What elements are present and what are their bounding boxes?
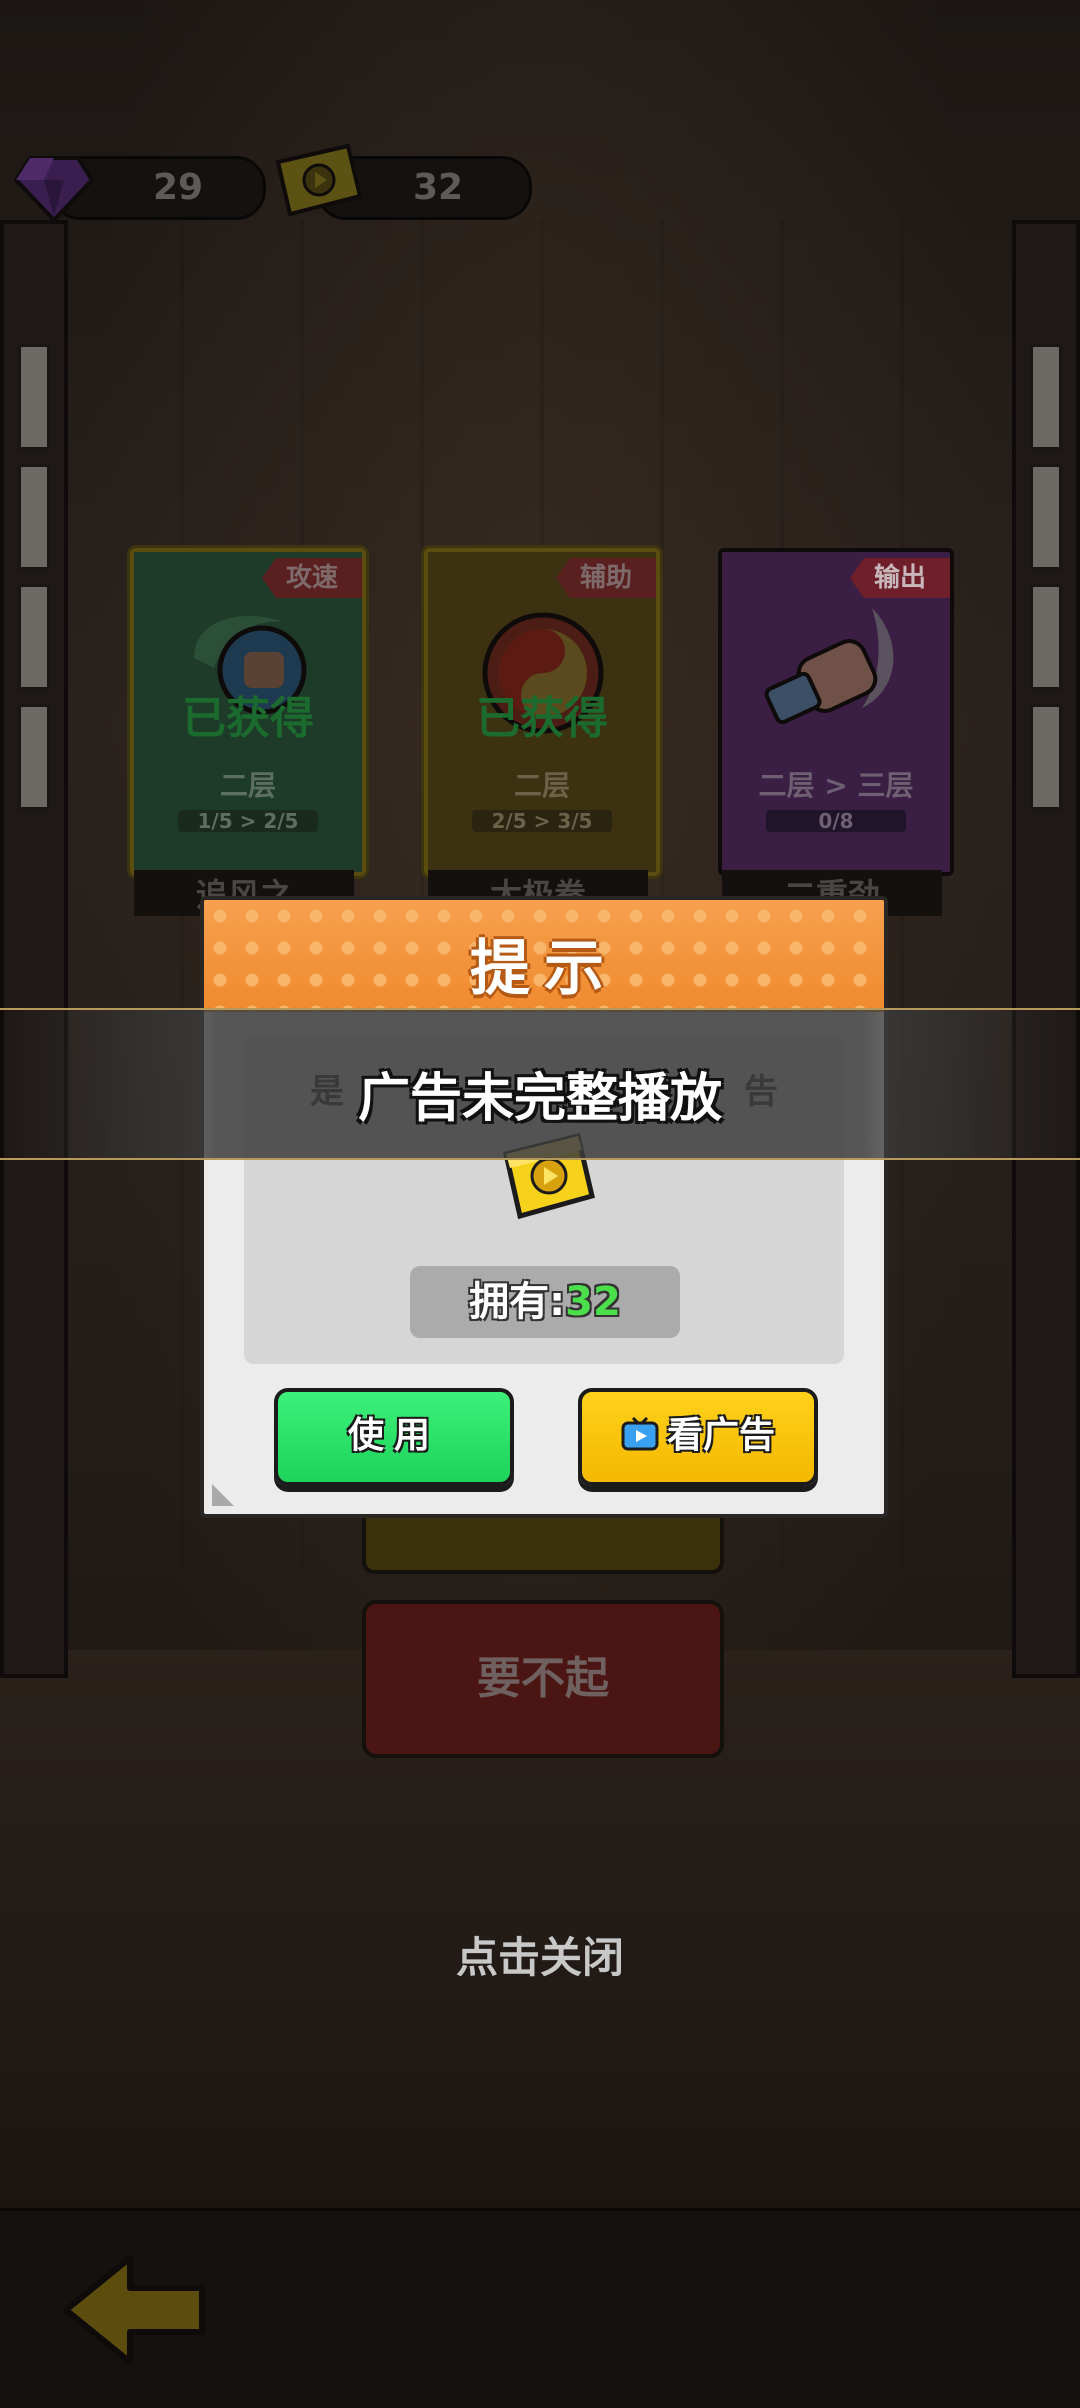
gem-icon (14, 156, 94, 222)
dialog-title: 提示 (470, 934, 618, 1004)
ticket-count: 32 (413, 167, 464, 208)
hint-dialog: 提示 是告 拥有:32 使用 看广告 (200, 896, 888, 1518)
tap-to-close[interactable]: 点击关闭 (0, 1924, 1080, 1985)
card-tag: 辅助 (556, 558, 656, 598)
right-pillar (1012, 220, 1080, 1678)
card-progress: 0/8 (766, 810, 906, 832)
watch-ad-button[interactable]: 看广告 (578, 1388, 818, 1486)
tv-icon (621, 1417, 659, 1451)
card-level: 二层 > 三层 (758, 769, 914, 802)
refuse-button[interactable]: 要不起 (362, 1600, 724, 1758)
back-arrow-button[interactable] (60, 2250, 210, 2370)
skill-card-3[interactable]: 输出 二层 > 三层 0/8 (718, 548, 954, 876)
card-progress: 2/5 > 3/5 (472, 810, 612, 832)
toast-banner: 广告未完整播放 (0, 1008, 1080, 1160)
owned-label: 拥有: (469, 1279, 566, 1325)
skill-card-1[interactable]: 攻速 已获得 二层 1/5 > 2/5 (130, 548, 366, 876)
card-level: 二层 (219, 769, 276, 802)
card-level: 二层 (513, 769, 570, 802)
double-punch-icon (764, 608, 894, 725)
ticket-icon (275, 143, 363, 217)
watch-ad-label: 看广告 (666, 1415, 775, 1456)
card-tag: 输出 (850, 558, 950, 598)
owned-count: 32 (565, 1279, 621, 1325)
owned-count-box: 拥有:32 (410, 1266, 680, 1338)
use-button[interactable]: 使用 (274, 1388, 514, 1486)
card-status: 已获得 (182, 693, 314, 744)
card-tag: 攻速 (262, 558, 362, 598)
card-progress: 1/5 > 2/5 (178, 810, 318, 832)
corner-decoration (212, 1484, 234, 1506)
skill-card-2[interactable]: 辅助 已获得 二层 2/5 > 3/5 (424, 548, 660, 876)
gem-count: 29 (153, 167, 204, 208)
left-pillar (0, 220, 68, 1678)
card-status: 已获得 (476, 693, 608, 744)
toast-message: 广告未完整播放 (357, 1069, 722, 1129)
